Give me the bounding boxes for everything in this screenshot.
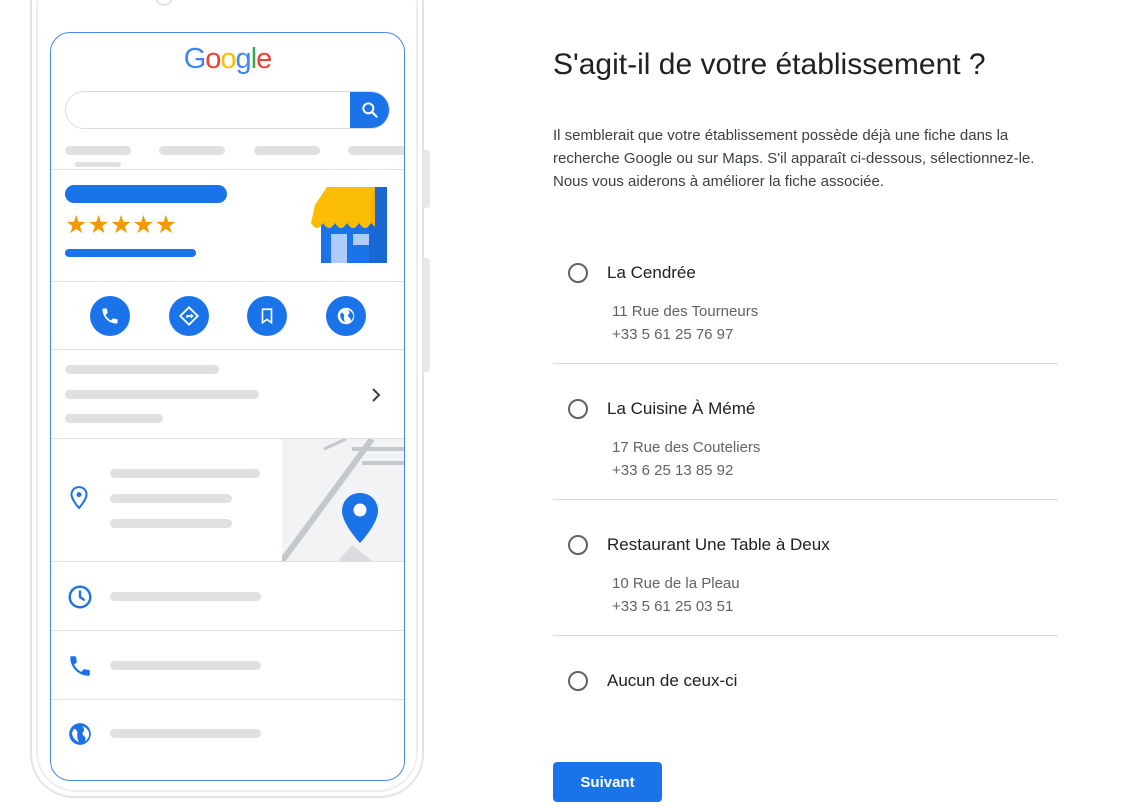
location-pin-icon [69, 485, 89, 516]
business-name-placeholder [65, 185, 227, 203]
placeholder-line [75, 162, 121, 167]
phone-side-button [423, 150, 430, 208]
divider [51, 281, 404, 282]
placeholder-line [110, 519, 232, 528]
placeholder-line [65, 146, 131, 155]
bookmark-icon [247, 296, 287, 336]
divider [51, 349, 404, 350]
business-phone: +33 6 25 13 85 92 [612, 462, 734, 479]
business-option[interactable]: La Cuisine À Mémé 17 Rue des Couteliers … [553, 399, 1058, 479]
radio-button[interactable] [568, 263, 588, 283]
phone-screen: Google ★★★★★ [50, 32, 405, 781]
radio-button[interactable] [568, 671, 588, 691]
divider [51, 561, 404, 562]
phone-icon [67, 653, 93, 684]
placeholder-line [110, 494, 232, 503]
business-name: La Cuisine À Mémé [607, 399, 756, 418]
divider [51, 630, 404, 631]
divider [51, 169, 404, 170]
page-description: Il semblerait que votre établissement po… [553, 127, 1035, 190]
placeholder-line [65, 390, 259, 399]
option-divider [553, 363, 1058, 364]
business-name: Restaurant Une Table à Deux [607, 535, 830, 554]
google-logo: Google [183, 43, 273, 75]
clock-icon [67, 584, 93, 615]
phone-side-button [423, 258, 430, 372]
placeholder-line [254, 146, 320, 155]
business-detail-placeholder [65, 249, 196, 257]
phone-icon [90, 296, 130, 336]
placeholder-line [110, 729, 261, 738]
placeholder-line [110, 592, 261, 601]
rating-stars: ★★★★★ [65, 211, 178, 239]
placeholder-line [65, 414, 163, 423]
globe-icon [67, 721, 93, 752]
placeholder-line [110, 661, 261, 670]
directions-icon [169, 296, 209, 336]
storefront-icon [309, 187, 391, 268]
placeholder-line [159, 146, 225, 155]
business-option[interactable]: Restaurant Une Table à Deux 10 Rue de la… [553, 535, 1058, 615]
business-address: 11 Rue des Tourneurs [612, 303, 759, 320]
business-address: 10 Rue de la Pleau [612, 575, 740, 592]
none-of-these-option[interactable]: Aucun de ceux-ci [553, 671, 1058, 695]
placeholder-line [348, 146, 404, 155]
business-address: 17 Rue des Couteliers [612, 439, 761, 456]
next-button[interactable]: Suivant [553, 762, 662, 802]
placeholder-line [110, 469, 260, 478]
radio-button[interactable] [568, 399, 588, 419]
map-marker-icon [340, 491, 380, 550]
page-title: S'agit-il de votre établissement ? [553, 48, 986, 81]
business-name: La Cendrée [607, 263, 696, 282]
business-phone: +33 5 61 25 03 51 [612, 598, 734, 615]
chevron-right-icon [369, 385, 383, 410]
option-divider [553, 499, 1058, 500]
option-label: Aucun de ceux-ci [607, 671, 738, 690]
search-icon [350, 92, 389, 128]
placeholder-line [65, 365, 219, 374]
option-divider [553, 635, 1058, 636]
map-thumbnail [282, 439, 404, 561]
business-option[interactable]: La Cendrée 11 Rue des Tourneurs +33 5 61… [553, 263, 1058, 343]
divider [51, 699, 404, 700]
radio-button[interactable] [568, 535, 588, 555]
web-globe-icon [326, 296, 366, 336]
business-phone: +33 5 61 25 76 97 [612, 326, 734, 343]
illustration-search-bar [65, 91, 390, 129]
